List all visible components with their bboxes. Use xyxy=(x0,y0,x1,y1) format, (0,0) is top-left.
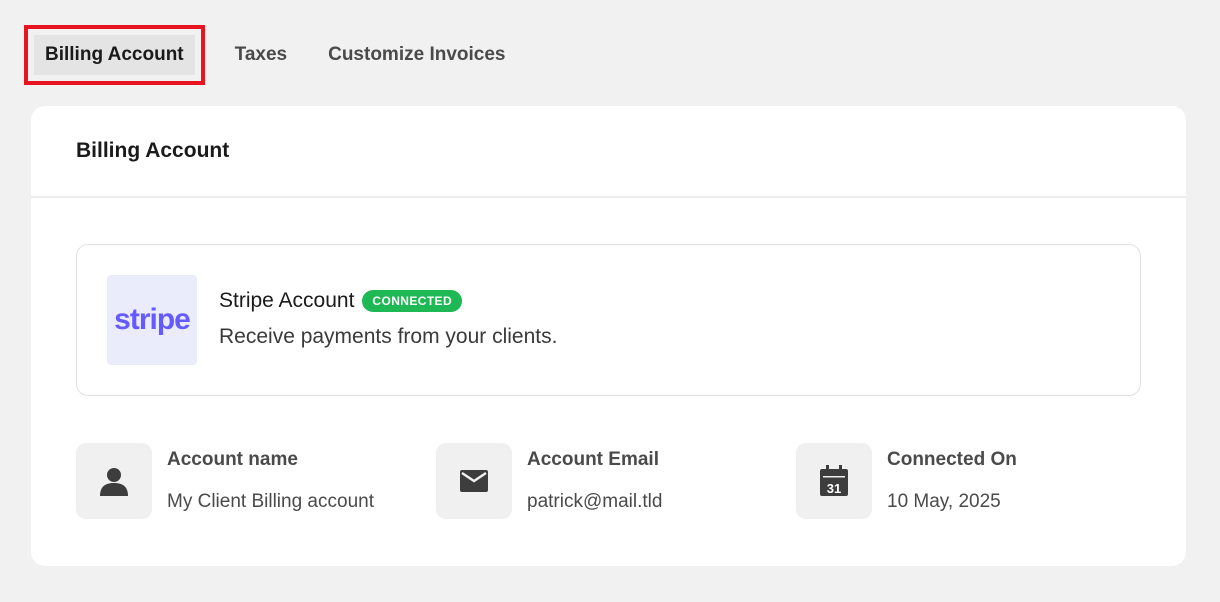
detail-value: My Client Billing account xyxy=(167,491,374,512)
mail-icon xyxy=(436,443,512,519)
tab-taxes[interactable]: Taxes xyxy=(223,34,299,76)
stripe-info: Stripe Account CONNECTED Receive payment… xyxy=(219,289,557,349)
detail-value: 10 May, 2025 xyxy=(887,491,1001,512)
detail-label: Connected On xyxy=(887,449,1017,470)
detail-value: patrick@mail.tld xyxy=(527,491,663,512)
tab-billing-account[interactable]: Billing Account xyxy=(24,25,205,85)
stripe-account-panel: stripe Stripe Account CONNECTED Receive … xyxy=(76,244,1141,396)
tab-customize-invoices[interactable]: Customize Invoices xyxy=(316,34,517,76)
detail-label: Account name xyxy=(167,449,298,470)
billing-account-card: Billing Account stripe Stripe Account CO… xyxy=(31,106,1186,566)
stripe-logo-text: stripe xyxy=(114,303,191,336)
stripe-account-title: Stripe Account xyxy=(219,289,355,312)
card-title: Billing Account xyxy=(76,139,230,162)
status-badge: CONNECTED xyxy=(362,290,463,312)
detail-label: Account Email xyxy=(527,449,659,470)
stripe-logo: stripe xyxy=(107,275,197,365)
stripe-description: Receive payments from your clients. xyxy=(219,325,558,348)
user-icon xyxy=(76,443,152,519)
calendar-icon: 31 xyxy=(796,443,872,519)
stripe-title-row: Stripe Account CONNECTED xyxy=(219,289,557,313)
tab-bar: Billing Account Taxes Customize Invoices xyxy=(24,25,534,85)
account-details: Account name My Client Billing account A… xyxy=(76,443,1156,519)
card-header: Billing Account xyxy=(31,106,1186,198)
calendar-icon-day: 31 xyxy=(827,481,841,496)
